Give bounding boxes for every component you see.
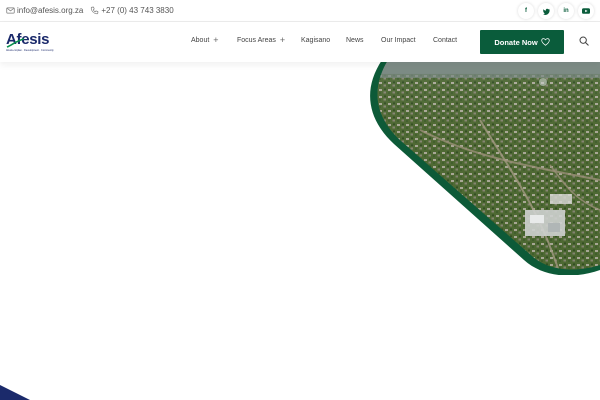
nav-item-focus-areas[interactable]: Focus Areas + <box>237 35 286 45</box>
nav-item-label: Focus Areas <box>237 37 276 44</box>
phone-text: +27 (0) 43 743 3830 <box>101 6 174 15</box>
nav-item-our-impact[interactable]: Our Impact <box>381 37 416 44</box>
logo-tagline: Afesis-corplan · Development · Community <box>6 49 54 52</box>
donate-button[interactable]: Donate Now <box>480 30 564 54</box>
nav-item-label: Kagisano <box>301 37 331 44</box>
nav-item-about[interactable]: About + <box>191 35 219 45</box>
facebook-icon[interactable]: f <box>518 3 534 19</box>
plus-icon: + <box>279 35 286 45</box>
nav-item-label: About <box>191 37 210 44</box>
mail-icon <box>6 7 15 14</box>
search-icon <box>579 36 589 46</box>
youtube-icon[interactable] <box>578 3 594 19</box>
decorative-corner-shape <box>0 385 30 400</box>
nav-item-label: Contact <box>433 37 458 44</box>
phone-link[interactable]: +27 (0) 43 743 3830 <box>90 6 174 15</box>
linkedin-icon[interactable]: in <box>558 3 574 19</box>
main-navbar: Afesis Afesis-corplan · Development · Co… <box>0 22 600 62</box>
email-text: info@afesis.org.za <box>17 6 84 15</box>
hero-aerial-image <box>370 60 600 275</box>
twitter-icon[interactable] <box>538 3 554 19</box>
logo-swoosh-icon <box>6 38 25 48</box>
email-link[interactable]: info@afesis.org.za <box>6 6 83 15</box>
nav-item-kagisano[interactable]: Kagisano <box>301 37 330 44</box>
nav-item-label: News <box>346 37 364 44</box>
phone-icon <box>91 6 99 15</box>
nav-item-label: Our Impact <box>381 37 416 44</box>
nav-item-contact[interactable]: Contact <box>433 37 457 44</box>
nav-item-news[interactable]: News <box>346 37 364 44</box>
donate-label: Donate Now <box>494 37 538 47</box>
site-logo[interactable]: Afesis Afesis-corplan · Development · Co… <box>6 30 58 54</box>
heart-icon <box>541 38 550 46</box>
top-bar: info@afesis.org.za +27 (0) 43 743 3830 f… <box>0 0 600 22</box>
search-button[interactable] <box>571 28 597 54</box>
social-links: f in <box>514 3 594 19</box>
plus-icon: + <box>213 35 219 45</box>
